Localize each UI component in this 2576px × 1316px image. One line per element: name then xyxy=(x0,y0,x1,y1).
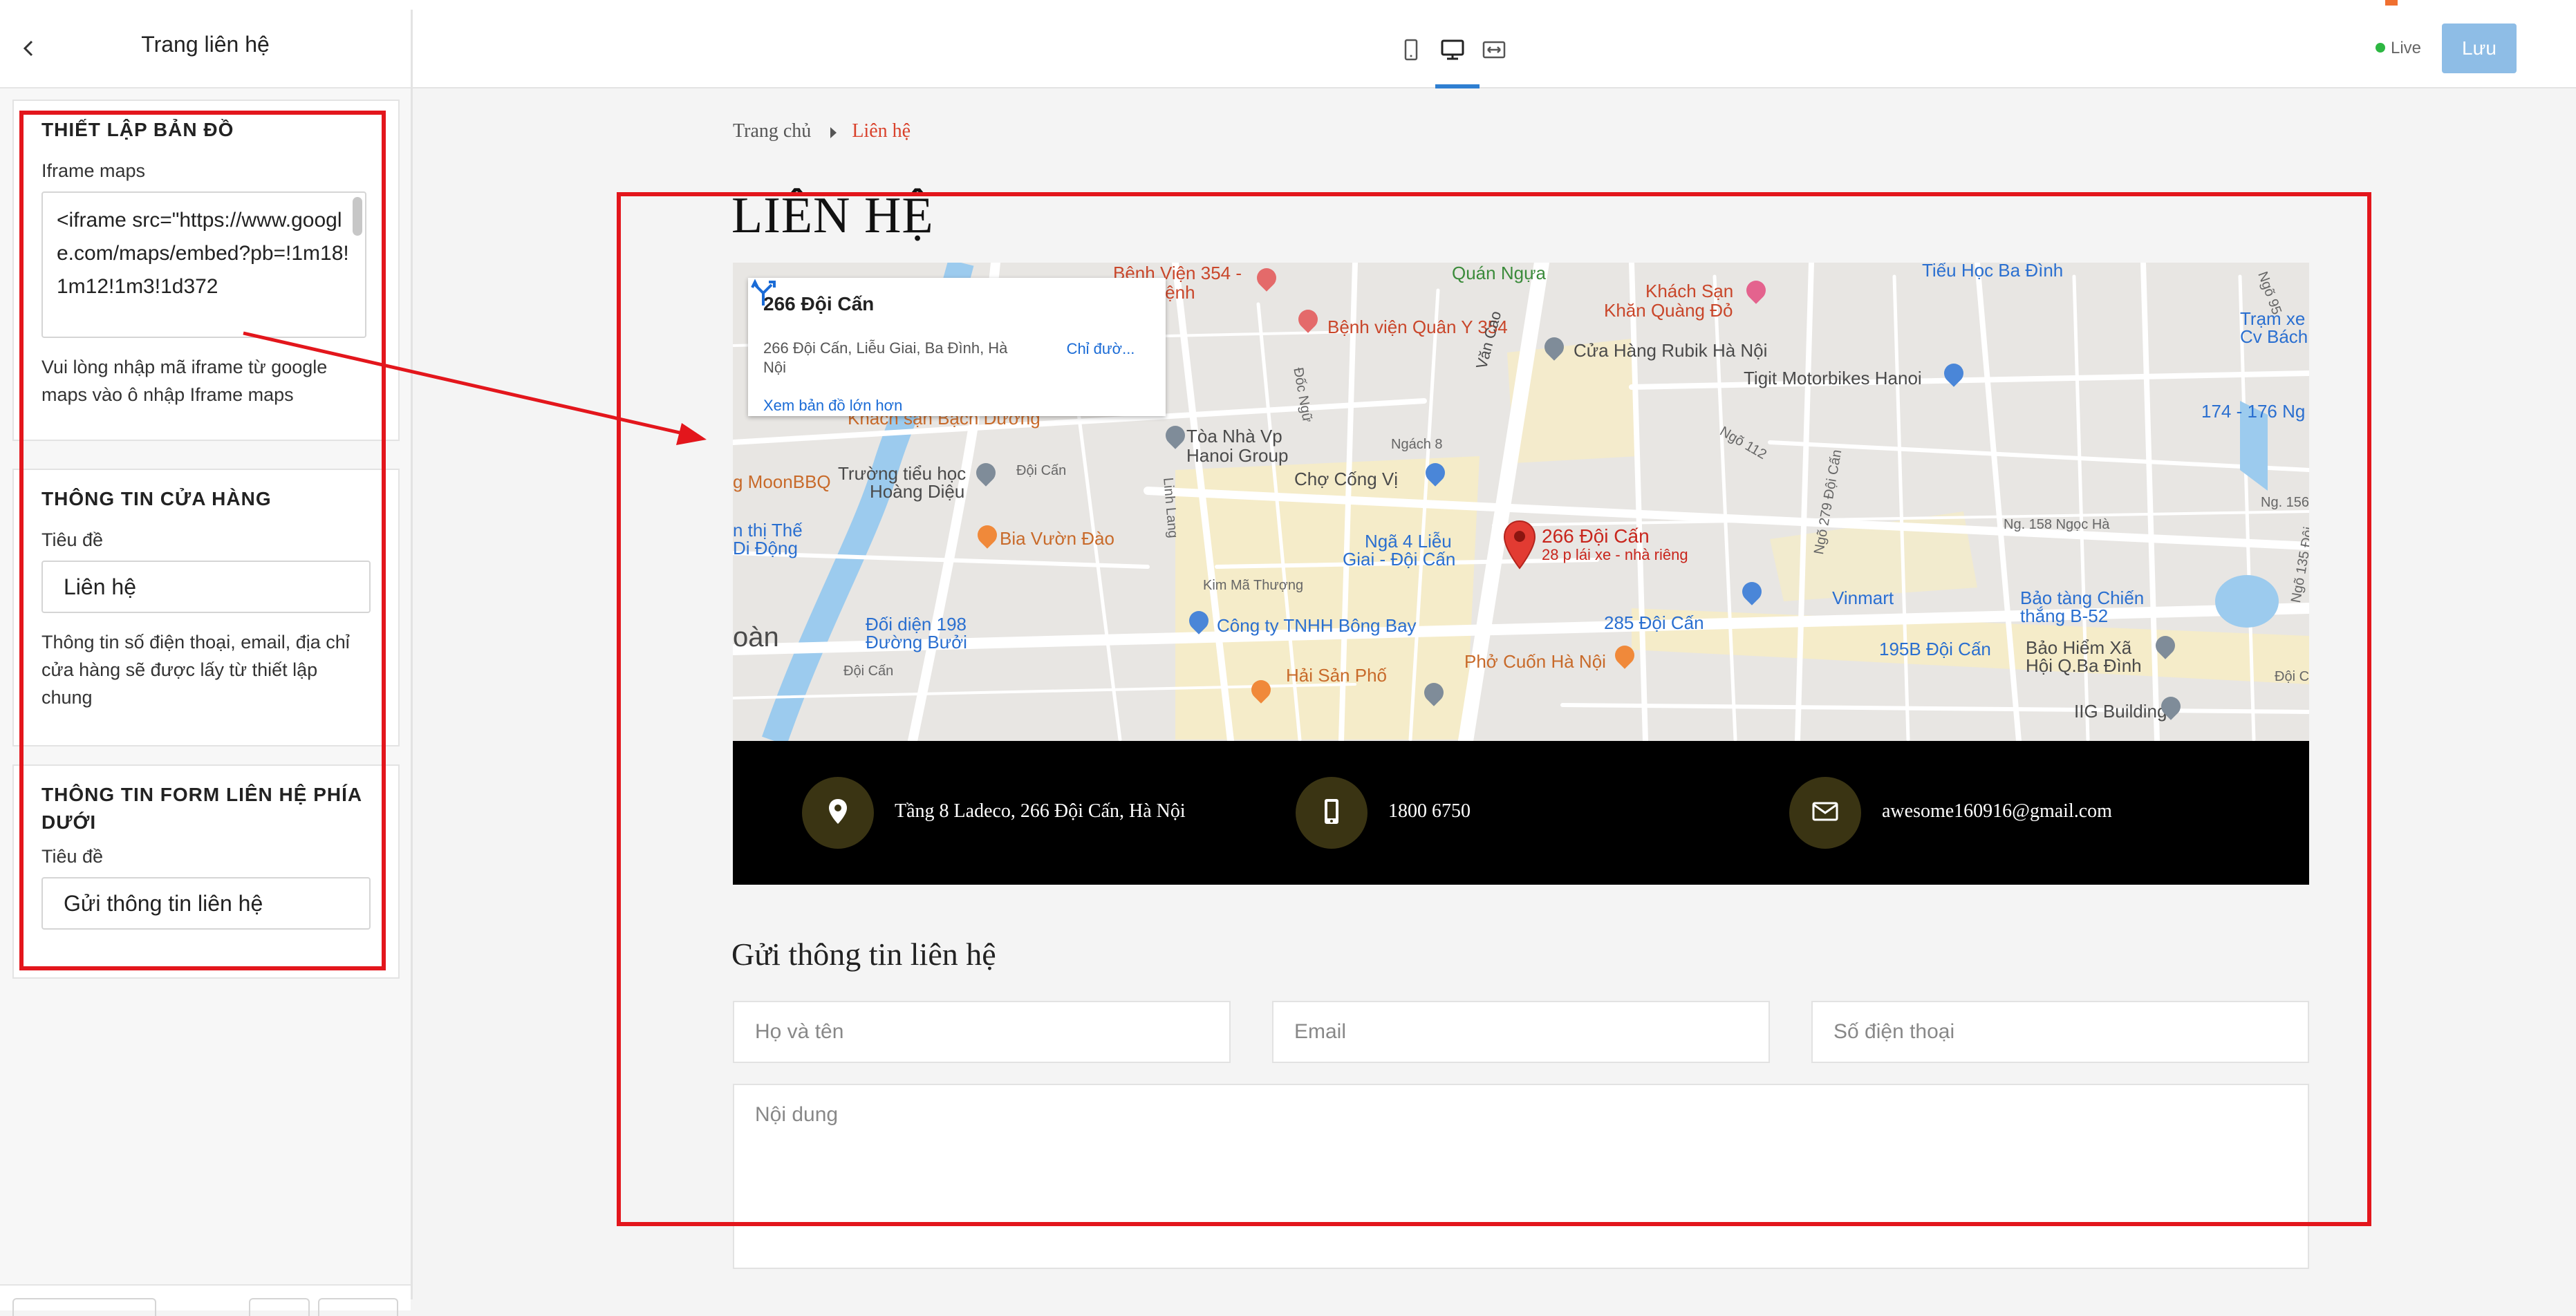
map-label: Hội Q.Ba Đình xyxy=(2026,655,2142,676)
contact-form-title: Gửi thông tin liên hệ xyxy=(731,937,996,972)
map-label: Di Động xyxy=(733,538,798,558)
desktop-icon[interactable] xyxy=(1439,36,1466,64)
street-label: Kim Mã Thượng xyxy=(1203,578,1304,593)
store-info-panel: THÔNG TIN CỬA HÀNG Tiêu đề Liên hệ Thông… xyxy=(12,469,400,746)
street-label: Đội Cấn xyxy=(1016,463,1067,478)
sidebar-title: Trang liên hệ xyxy=(141,32,270,57)
map-label: Cửa Hàng Rubik Hà Nội xyxy=(1574,340,1768,361)
map-label: thắng B-52 xyxy=(2020,605,2109,626)
map-label: Cv Bách xyxy=(2240,326,2308,347)
bottom-button-3[interactable] xyxy=(318,1298,398,1316)
map-settings-panel: THIẾT LẬP BẢN ĐỒ Iframe maps <iframe src… xyxy=(12,100,400,441)
map-label: oàn xyxy=(733,622,779,652)
breadcrumb-home-link[interactable]: Trang chủ xyxy=(733,120,811,142)
fullwidth-icon[interactable] xyxy=(1480,36,1508,64)
map-settings-heading: THIẾT LẬP BẢN ĐỒ xyxy=(41,119,234,140)
form-title-label: Tiêu đề xyxy=(41,846,104,867)
map-label: g MoonBBQ xyxy=(733,471,831,492)
active-device-indicator xyxy=(1435,84,1480,88)
contact-form-panel: THÔNG TIN FORM LIÊN HỆ PHÍA DƯỚI Tiêu đề… xyxy=(12,764,400,979)
street-label: Ng. 158 Ngọc Hà xyxy=(2004,517,2110,532)
form-title-input[interactable]: Gửi thông tin liên hệ xyxy=(41,877,371,930)
store-title-label: Tiêu đề xyxy=(41,529,104,550)
map-label: Giai - Đội Cấn xyxy=(1343,549,1456,570)
map-label: Đường Bưởi xyxy=(866,632,967,652)
email-icon xyxy=(1812,802,1838,821)
map-label: IIG Building xyxy=(2074,701,2167,722)
directions-link[interactable]: Chỉ đườ... xyxy=(1059,340,1142,358)
map-place-name: 266 Đội Cấn xyxy=(763,293,875,314)
map-label: Tiểu Học Ba Đình xyxy=(1922,263,2064,281)
map-label: Khách Sạn xyxy=(1645,281,1734,301)
phone-input[interactable]: Số điện thoại xyxy=(1811,1001,2309,1063)
view-larger-map-link[interactable]: Xem bản đồ lớn hơn xyxy=(763,397,902,415)
store-info-heading: THÔNG TIN CỬA HÀNG xyxy=(41,488,272,509)
store-info-help: Thông tin số điện thoại, email, địa chỉ … xyxy=(41,632,350,708)
location-marker-icon[interactable] xyxy=(1503,520,1536,570)
sidebar-header: Trang liên hệ xyxy=(0,10,411,88)
breadcrumb-separator-icon xyxy=(830,126,837,138)
street-label: Đội Cấn xyxy=(843,664,894,679)
iframe-maps-textarea[interactable]: <iframe src="https://www.google.com/maps… xyxy=(41,191,366,338)
map-label: Tigit Motorbikes Hanoi xyxy=(1744,368,1922,388)
map-label: Hải Sản Phố xyxy=(1286,665,1387,686)
live-status-dot xyxy=(2376,43,2385,53)
marker-label: 266 Đội Cấn xyxy=(1542,525,1650,547)
live-label: Live xyxy=(2391,39,2422,57)
settings-sidebar: Trang liên hệ THIẾT LẬP BẢN ĐỒ Iframe ma… xyxy=(0,10,413,1316)
street-label: Ngách 8 xyxy=(1391,437,1443,452)
directions-icon[interactable] xyxy=(748,278,778,308)
save-button[interactable]: Lưu xyxy=(2442,24,2517,73)
iframe-maps-label: Iframe maps xyxy=(41,160,146,181)
sidebar-bottom-bar xyxy=(0,1284,411,1316)
map-label: Bia Vườn Đào xyxy=(1000,528,1114,549)
map-label: Quán Ngựa xyxy=(1452,263,1546,283)
map-label: Khăn Quàng Đỏ xyxy=(1604,300,1733,321)
breadcrumb: Trang chủ Liên hệ xyxy=(733,120,911,142)
iframe-maps-help: Vui lòng nhập mã iframe từ google maps v… xyxy=(41,357,328,405)
marker-sublabel: 28 p lái xe - nhà riêng xyxy=(1542,546,1688,563)
map-label: Chợ Cống Vị xyxy=(1294,469,1399,489)
map-label: Hanoi Group xyxy=(1186,445,1289,466)
street-label: Ng. 156 xyxy=(2261,495,2309,510)
google-map-embed[interactable]: Bệnh Viện 354 - hám Bệnh Bệnh viện Quân … xyxy=(733,263,2309,741)
map-label: Phở Cuốn Hà Nội xyxy=(1464,651,1606,672)
store-email[interactable]: awesome160916@gmail.com xyxy=(1882,800,2112,822)
map-label: Vinmart xyxy=(1832,588,1894,608)
location-icon-circle xyxy=(802,777,874,849)
map-label: Hoàng Diệu xyxy=(870,481,965,502)
breadcrumb-current: Liên hệ xyxy=(852,120,911,142)
map-label: 285 Đội Cấn xyxy=(1604,612,1704,633)
map-label: Công ty TNHH Bông Bay xyxy=(1217,615,1417,636)
page-title: LIÊN HỆ xyxy=(731,187,934,244)
email-icon-circle xyxy=(1789,777,1861,849)
store-address: Tầng 8 Ladeco, 266 Đội Cấn, Hà Nội xyxy=(895,800,1186,822)
bottom-button-1[interactable] xyxy=(12,1298,156,1316)
map-info-card: 266 Đội Cấn 266 Đội Cấn, Liễu Giai, Ba Đ… xyxy=(748,278,1166,416)
bottom-button-2[interactable] xyxy=(249,1298,310,1316)
editor-toolbar xyxy=(413,10,2576,88)
email-input[interactable]: Email xyxy=(1272,1001,1770,1063)
mobile-icon[interactable] xyxy=(1397,36,1425,64)
map-label: Tòa Nhà Vp xyxy=(1186,426,1282,446)
map-label: 195B Đội Cấn xyxy=(1879,639,1991,659)
content-textarea[interactable]: Nội dung xyxy=(733,1084,2309,1269)
map-place-address: 266 Đội Cấn, Liễu Giai, Ba Đình, Hà Nội xyxy=(763,339,1008,376)
street-label: Đội Cấn xyxy=(2275,669,2309,684)
iframe-maps-value: <iframe src="https://www.google.com/maps… xyxy=(57,209,349,298)
contact-form-heading: THÔNG TIN FORM LIÊN HỆ PHÍA DƯỚI xyxy=(41,784,362,833)
store-phone[interactable]: 1800 6750 xyxy=(1388,800,1471,822)
textarea-scrollbar[interactable] xyxy=(353,197,362,236)
notification-mark xyxy=(2385,0,2398,6)
name-input[interactable]: Họ và tên xyxy=(733,1001,1231,1063)
location-pin-icon xyxy=(829,799,847,824)
phone-icon xyxy=(1325,799,1338,824)
store-title-input[interactable]: Liên hệ xyxy=(41,561,371,613)
contact-info-bar: Tầng 8 Ladeco, 266 Đội Cấn, Hà Nội 1800 … xyxy=(733,741,2309,885)
phone-icon-circle xyxy=(1296,777,1368,849)
map-label: 174 - 176 Ng xyxy=(2201,401,2306,422)
